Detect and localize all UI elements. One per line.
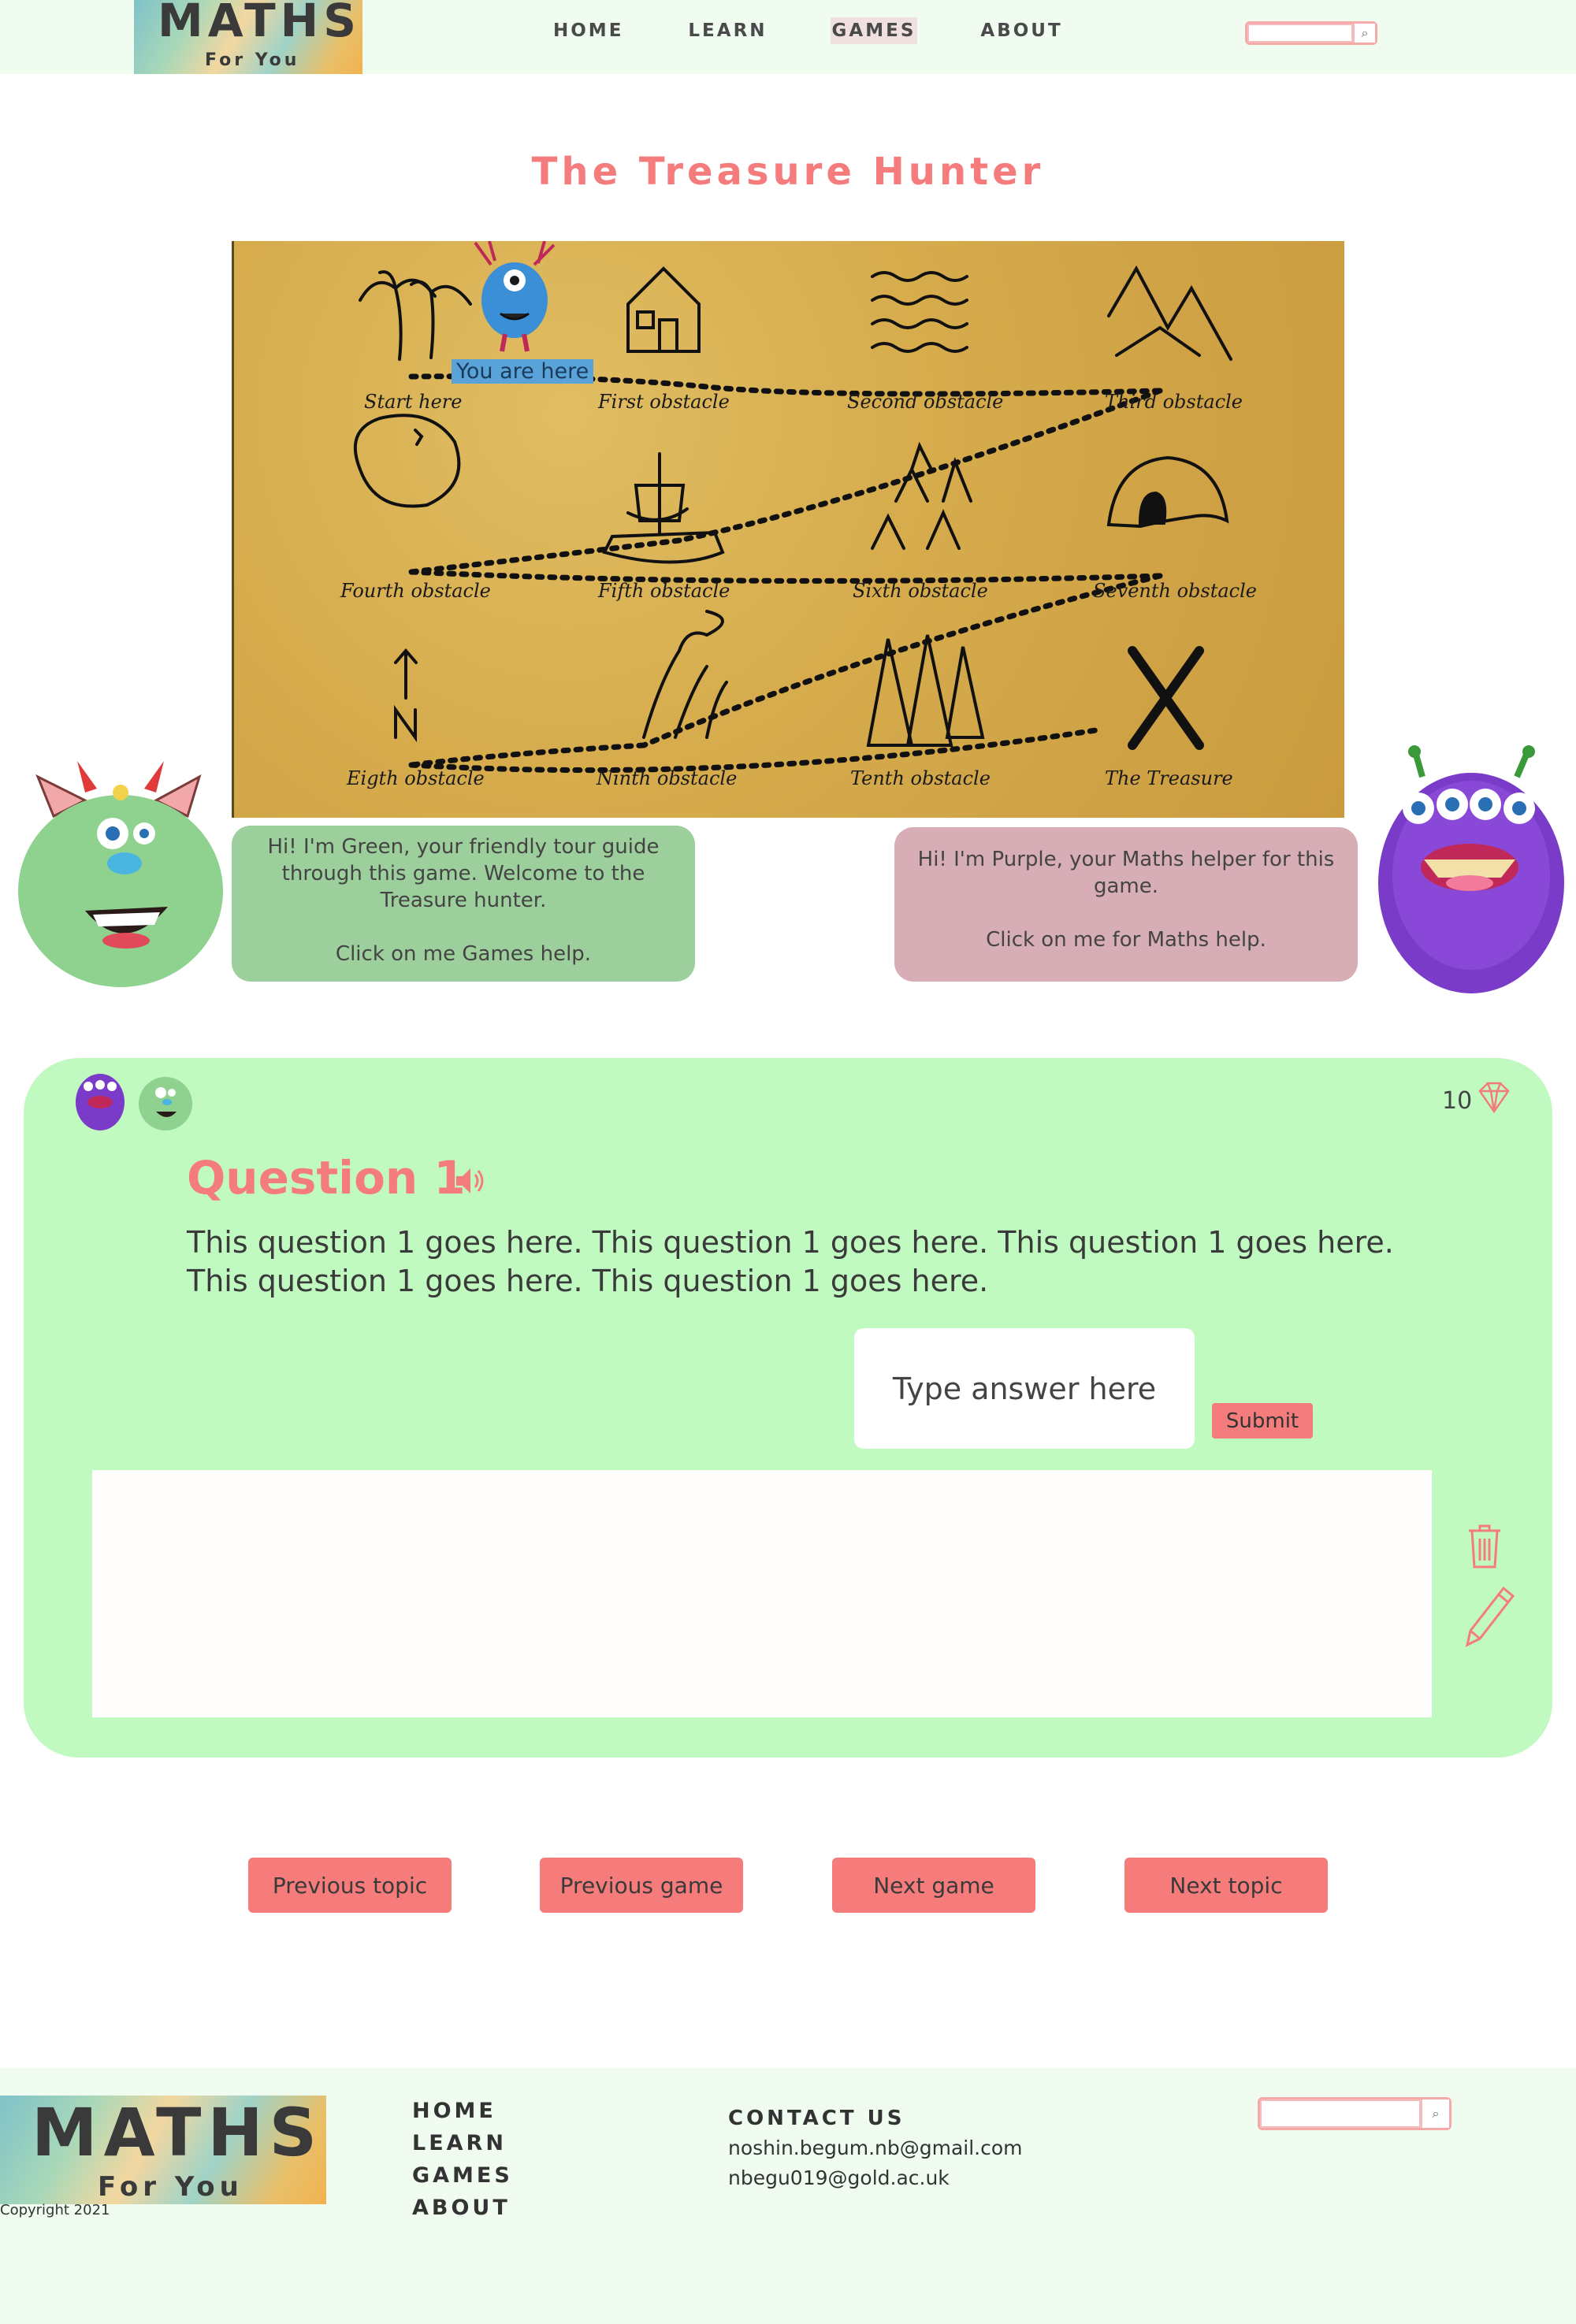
you-are-here-label: You are here xyxy=(452,359,594,384)
pencil-icon[interactable] xyxy=(1459,1582,1515,1651)
contact-section: CONTACT US noshin.begum.nb@gmail.com nbe… xyxy=(728,2103,1023,2193)
magnifier-icon: ⌕ xyxy=(1361,25,1369,40)
treasure-map: You are here Start here First obstacle S… xyxy=(232,241,1344,818)
map-label-tenth: Tenth obstacle xyxy=(850,767,991,789)
footer-nav: HOME LEARN GAMES ABOUT xyxy=(412,2095,513,2224)
nav-home[interactable]: HOME xyxy=(552,17,625,44)
search-button[interactable]: ⌕ xyxy=(1421,2099,1449,2128)
search-button[interactable]: ⌕ xyxy=(1353,24,1375,43)
nav-games[interactable]: GAMES xyxy=(830,17,918,44)
footer-nav-games[interactable]: GAMES xyxy=(412,2159,513,2192)
footer-logo[interactable]: MATHS For You xyxy=(0,2096,326,2204)
site-header: MATHS For You HOME LEARN GAMES ABOUT ⌕ xyxy=(0,0,1576,74)
purple-avatar-icon[interactable] xyxy=(72,1066,128,1135)
logo-title: MATHS xyxy=(158,0,361,47)
bubble-spacer xyxy=(910,900,1342,926)
map-drawing xyxy=(353,265,1232,774)
footer-nav-about[interactable]: ABOUT xyxy=(412,2192,513,2224)
footer-nav-home[interactable]: HOME xyxy=(412,2095,513,2127)
contact-heading: CONTACT US xyxy=(728,2107,905,2130)
site-logo[interactable]: MATHS For You xyxy=(134,0,362,74)
map-label-start: Start here xyxy=(364,391,463,413)
green-guide-intro: Hi! I'm Green, your friendly tour guide … xyxy=(267,835,660,912)
footer-search: ⌕ xyxy=(1258,2097,1451,2130)
logo-subtitle: For You xyxy=(205,50,300,70)
map-label-second: Second obstacle xyxy=(847,391,1004,413)
purple-guide-intro: Hi! I'm Purple, your Maths helper for th… xyxy=(917,848,1335,898)
next-topic-button[interactable]: Next topic xyxy=(1124,1858,1328,1913)
contact-email[interactable]: nbegu019@gold.ac.uk xyxy=(728,2163,1023,2193)
map-label-ninth: Ninth obstacle xyxy=(597,767,738,789)
map-label-eighth: Eigth obstacle xyxy=(347,767,485,789)
map-label-third: Third obstacle xyxy=(1105,391,1243,413)
submit-button[interactable]: Submit xyxy=(1212,1403,1313,1439)
trash-icon[interactable] xyxy=(1466,1523,1504,1573)
green-guide-help: Click on me Games help. xyxy=(335,942,592,966)
previous-game-button[interactable]: Previous game xyxy=(540,1858,743,1913)
search-input[interactable] xyxy=(1260,2099,1421,2128)
bubble-spacer xyxy=(247,914,679,941)
magnifier-icon: ⌕ xyxy=(1432,2106,1440,2121)
page-title: The Treasure Hunter xyxy=(531,150,1045,194)
purple-monster-helper[interactable] xyxy=(1375,745,1568,1001)
map-label-sixth: Sixth obstacle xyxy=(853,580,988,602)
header-search: ⌕ xyxy=(1245,21,1377,45)
map-label-first: First obstacle xyxy=(598,391,730,413)
purple-guide-bubble[interactable]: Hi! I'm Purple, your Maths helper for th… xyxy=(894,827,1358,982)
green-monster-guide[interactable] xyxy=(14,745,227,993)
next-game-button[interactable]: Next game xyxy=(832,1858,1035,1913)
working-canvas[interactable] xyxy=(92,1470,1432,1717)
nav-about[interactable]: ABOUT xyxy=(979,17,1064,44)
question-title: Question 1 xyxy=(187,1151,466,1205)
green-guide-bubble[interactable]: Hi! I'm Green, your friendly tour guide … xyxy=(232,826,695,982)
gem-icon xyxy=(1475,1082,1513,1119)
purple-guide-help: Click on me for Maths help. xyxy=(986,928,1266,952)
footer-logo-title: MATHS xyxy=(32,2096,324,2171)
page: MATHS For You HOME LEARN GAMES ABOUT ⌕ T… xyxy=(0,0,1576,2324)
previous-topic-button[interactable]: Previous topic xyxy=(248,1858,452,1913)
green-avatar-icon[interactable] xyxy=(137,1066,194,1135)
main-nav: HOME LEARN GAMES ABOUT xyxy=(552,17,1126,44)
map-label-treasure: The Treasure xyxy=(1105,767,1233,789)
search-input[interactable] xyxy=(1247,24,1353,43)
copyright: Copyright 2021 xyxy=(0,2202,110,2218)
score-value: 10 xyxy=(1442,1086,1473,1115)
footer-logo-subtitle: For You xyxy=(98,2171,243,2203)
answer-input[interactable]: Type answer here xyxy=(854,1328,1195,1449)
site-footer: MATHS For You Copyright 2021 HOME LEARN … xyxy=(0,2068,1576,2324)
map-label-fourth: Fourth obstacle xyxy=(340,580,491,602)
map-label-seventh: Seventh obstacle xyxy=(1093,580,1257,602)
question-panel: 10 Question 1 This question 1 goes here.… xyxy=(24,1058,1552,1758)
nav-learn[interactable]: LEARN xyxy=(686,17,768,44)
speaker-icon[interactable] xyxy=(453,1164,488,1201)
footer-nav-learn[interactable]: LEARN xyxy=(412,2127,513,2159)
contact-email[interactable]: noshin.begum.nb@gmail.com xyxy=(728,2133,1023,2163)
question-text: This question 1 goes here. This question… xyxy=(187,1225,1394,1298)
score-display: 10 xyxy=(1442,1082,1513,1119)
map-label-fifth: Fifth obstacle xyxy=(598,580,730,602)
